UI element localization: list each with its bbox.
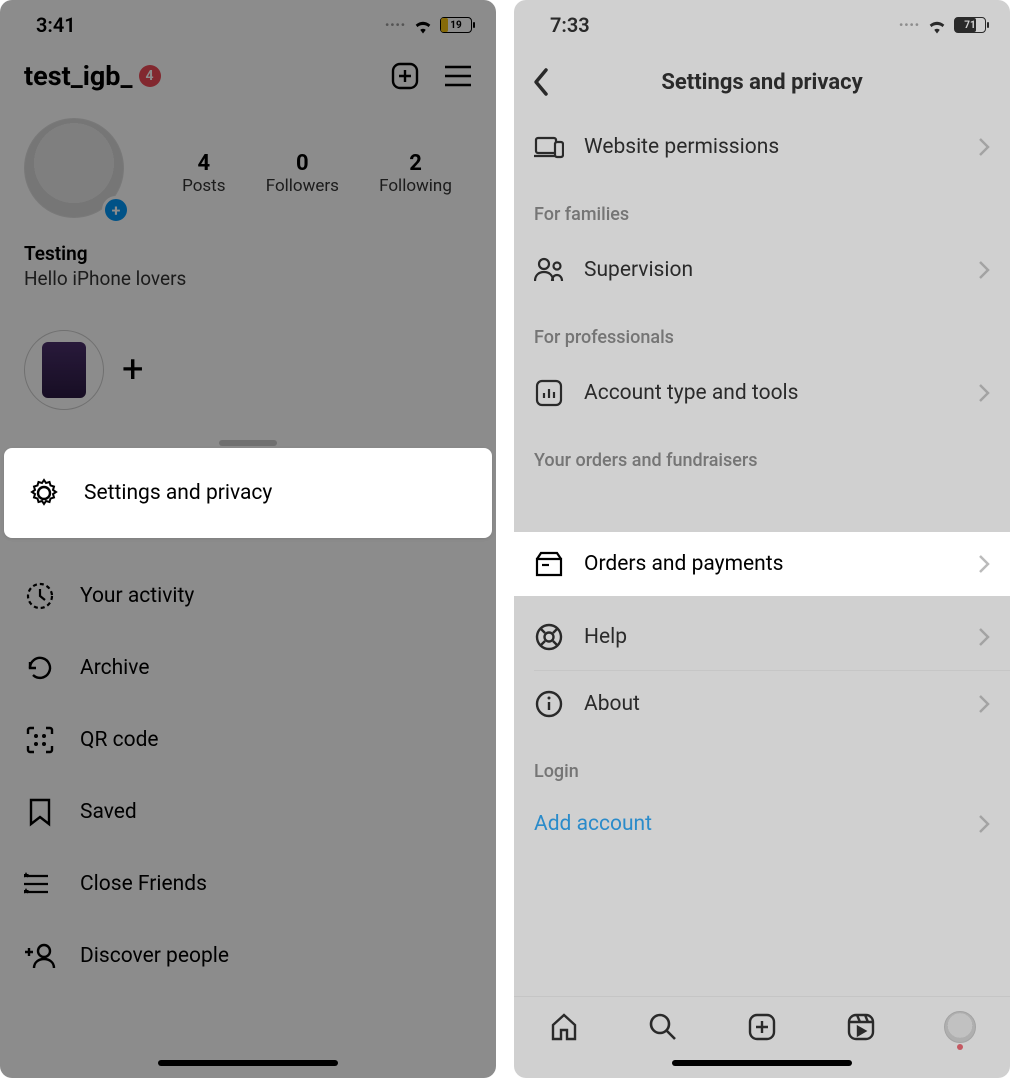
menu-label: Saved [80,800,137,824]
username: test_igb_ [24,60,133,92]
section-families: For families [514,180,1010,237]
info-icon [534,689,564,719]
settings-item-supervision[interactable]: Supervision [514,237,1010,303]
home-indicator[interactable] [158,1060,338,1066]
close-friends-icon [24,868,56,900]
orders-icon [534,549,564,579]
chevron-right-icon [978,694,990,714]
left-screenshot: 3:41 •••• 19 test_igb_ 4 [0,0,496,1078]
tab-create[interactable] [745,1010,779,1044]
bio-text: Hello iPhone lovers [24,267,472,290]
status-time: 7:33 [550,13,590,37]
settings-item-account-type[interactable]: Account type and tools [514,360,1010,426]
settings-label: About [584,692,640,716]
tab-profile[interactable] [943,1010,977,1044]
settings-label: Help [584,625,627,649]
settings-label: Supervision [584,258,693,282]
tab-reels[interactable] [844,1010,878,1044]
archive-icon [24,652,56,684]
status-time: 3:41 [36,13,76,37]
status-bar: 3:41 •••• 19 [0,0,496,50]
wifi-icon [926,17,948,33]
menu-item-settings[interactable]: Settings and privacy [4,448,492,538]
create-icon[interactable] [390,61,420,91]
section-login: Login [514,737,1010,794]
chevron-right-icon [978,814,990,834]
settings-item-help[interactable]: Help [514,604,1010,670]
menu-item-close-friends[interactable]: Close Friends [0,848,496,920]
menu-item-archive[interactable]: Archive [0,632,496,704]
tab-search[interactable] [646,1010,680,1044]
discover-people-icon [24,940,56,972]
status-bar: 7:33 •••• 71 [514,0,1010,50]
profile-header: test_igb_ 4 [0,50,496,100]
chevron-right-icon [978,137,990,157]
profile-info: + 4 Posts 0 Followers 2 Following [0,100,496,228]
settings-header: Settings and privacy [514,50,1010,114]
username-dropdown[interactable]: test_igb_ 4 [24,60,161,92]
battery-icon: 71 [954,17,986,33]
chevron-right-icon [978,260,990,280]
avatar-add-icon[interactable]: + [102,196,130,224]
section-professionals: For professionals [514,303,1010,360]
menu-label: QR code [80,728,159,752]
settings-icon [28,477,60,509]
wifi-icon [412,17,434,33]
avatar[interactable]: + [24,118,134,228]
notification-dot-icon [957,1044,963,1050]
chevron-right-icon [978,383,990,403]
menu-label: Close Friends [80,872,207,896]
menu-label: Settings and privacy [84,481,272,505]
settings-label: Website permissions [584,135,779,159]
back-button[interactable] [532,67,550,97]
status-dots: •••• [385,18,406,32]
story-highlights: + [0,290,496,410]
status-dots: •••• [899,18,920,32]
devices-icon [534,132,564,162]
tab-home[interactable] [547,1010,581,1044]
notification-badge: 4 [139,65,161,87]
qr-icon [24,724,56,756]
settings-item-about[interactable]: About [514,671,1010,737]
bio: Testing Hello iPhone lovers [0,228,496,290]
supervision-icon [534,255,564,285]
hamburger-menu-icon[interactable] [444,65,472,87]
page-title: Settings and privacy [514,70,1010,95]
menu-item-activity[interactable]: Your activity [0,560,496,632]
settings-label: Orders and payments [584,552,783,576]
chevron-right-icon [978,554,990,574]
home-indicator[interactable] [672,1060,852,1066]
sheet-handle[interactable] [219,440,277,446]
settings-item-website-permissions[interactable]: Website permissions [514,114,1010,180]
menu-label: Your activity [80,584,194,608]
chevron-right-icon [978,627,990,647]
menu-item-saved[interactable]: Saved [0,776,496,848]
stat-followers[interactable]: 0 Followers [266,151,339,196]
settings-item-add-account[interactable]: Add account [514,794,1010,854]
highlight-story[interactable] [24,330,104,410]
stat-posts[interactable]: 4 Posts [182,151,225,196]
menu-item-discover[interactable]: Discover people [0,920,496,992]
stat-following[interactable]: 2 Following [379,151,452,196]
help-icon [534,622,564,652]
settings-label: Account type and tools [584,381,799,405]
highlight-add-icon[interactable]: + [122,348,144,392]
right-screenshot: 7:33 •••• 71 Settings and privacy [514,0,1010,1078]
menu-label: Archive [80,656,149,680]
menu-item-qr[interactable]: QR code [0,704,496,776]
activity-icon [24,580,56,612]
menu-label: Discover people [80,944,229,968]
display-name: Testing [24,242,472,265]
battery-icon: 19 [440,17,472,33]
insights-icon [534,378,564,408]
saved-icon [24,796,56,828]
settings-item-orders[interactable]: Orders and payments [514,532,1010,596]
section-orders: Your orders and fundraisers [514,426,1010,483]
settings-label: Add account [534,812,652,836]
